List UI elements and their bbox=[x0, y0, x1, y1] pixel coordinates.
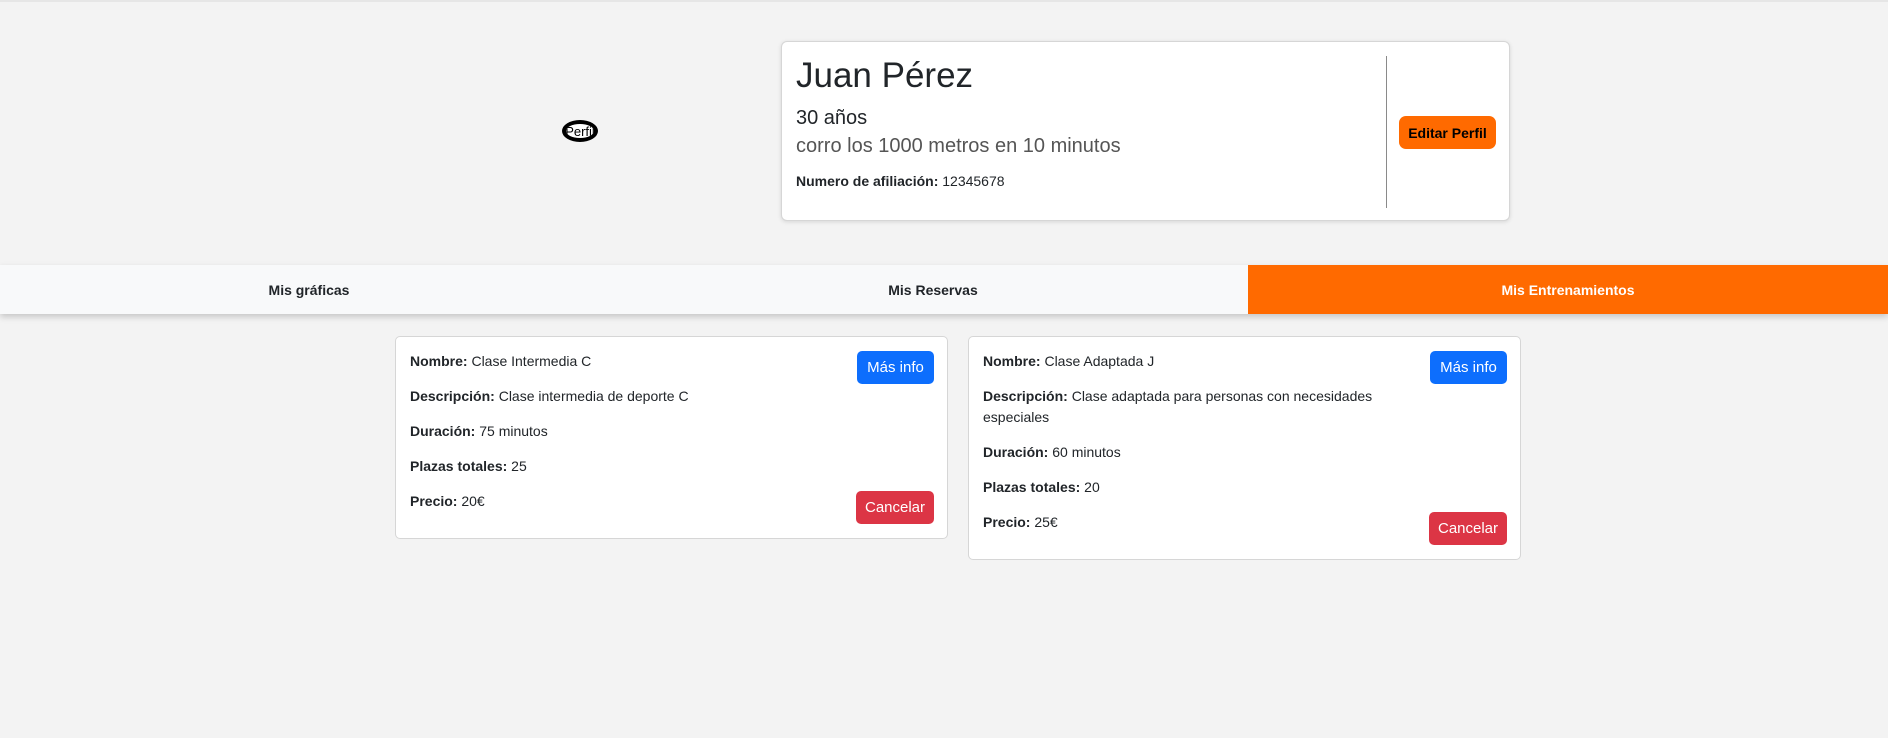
class-price-value: 25€ bbox=[1034, 514, 1058, 530]
more-info-button[interactable]: Más info bbox=[1430, 351, 1507, 384]
tab-bar: Mis gráficas Mis Reservas Mis Entrenamie… bbox=[0, 265, 1888, 314]
class-spots-value: 20 bbox=[1084, 479, 1100, 495]
class-duration-value: 60 minutos bbox=[1052, 444, 1121, 460]
class-spots-value: 25 bbox=[511, 458, 527, 474]
class-price-field: Precio: 25€ bbox=[983, 512, 1383, 533]
profile-card: Juan Pérez 30 años corro los 1000 metros… bbox=[781, 41, 1510, 221]
class-name-value: Clase Intermedia C bbox=[471, 353, 592, 369]
price-label: Precio: bbox=[983, 514, 1031, 530]
duration-label: Duración: bbox=[410, 423, 476, 439]
profile-divider bbox=[1386, 56, 1387, 208]
class-price-field: Precio: 20€ bbox=[410, 491, 810, 512]
class-fields: Nombre: Clase Intermedia C Descripción: … bbox=[410, 351, 810, 526]
tab-mis-reservas[interactable]: Mis Reservas bbox=[618, 265, 1248, 314]
class-duration-field: Duración: 60 minutos bbox=[983, 442, 1383, 463]
affiliation-label: Numero de afiliación: bbox=[796, 173, 939, 189]
class-duration-field: Duración: 75 minutos bbox=[410, 421, 810, 442]
avatar: Perfil bbox=[562, 120, 598, 142]
name-label: Nombre: bbox=[983, 353, 1041, 369]
profile-name: Juan Pérez bbox=[796, 56, 974, 95]
class-card: Nombre: Clase Adaptada J Descripción: Cl… bbox=[968, 336, 1521, 560]
more-info-button[interactable]: Más info bbox=[857, 351, 934, 384]
price-label: Precio: bbox=[410, 493, 458, 509]
profile-motto: corro los 1000 metros en 10 minutos bbox=[796, 135, 1121, 157]
profile-info: Juan Pérez 30 años corro los 1000 metros… bbox=[796, 56, 1121, 190]
affiliation-value: 12345678 bbox=[942, 173, 1005, 189]
class-spots-field: Plazas totales: 20 bbox=[983, 477, 1383, 498]
tab-mis-graficas[interactable]: Mis gráficas bbox=[0, 265, 618, 314]
top-edge-shadow bbox=[0, 0, 1888, 2]
profile-age: 30 años bbox=[796, 107, 868, 129]
class-name-field: Nombre: Clase Intermedia C bbox=[410, 351, 810, 372]
class-name-value: Clase Adaptada J bbox=[1044, 353, 1155, 369]
cancel-button[interactable]: Cancelar bbox=[856, 491, 934, 524]
description-label: Descripción: bbox=[983, 388, 1068, 404]
class-name-field: Nombre: Clase Adaptada J bbox=[983, 351, 1383, 372]
class-price-value: 20€ bbox=[461, 493, 485, 509]
avatar-alt-text: Perfil bbox=[565, 123, 595, 139]
class-description-field: Descripción: Clase adaptada para persona… bbox=[983, 386, 1383, 428]
description-label: Descripción: bbox=[410, 388, 495, 404]
tab-mis-entrenamientos[interactable]: Mis Entrenamientos bbox=[1248, 265, 1888, 314]
spots-label: Plazas totales: bbox=[410, 458, 508, 474]
class-spots-field: Plazas totales: 25 bbox=[410, 456, 810, 477]
profile-affiliation: Numero de afiliación: 12345678 bbox=[796, 172, 1121, 190]
spots-label: Plazas totales: bbox=[983, 479, 1081, 495]
class-card: Nombre: Clase Intermedia C Descripción: … bbox=[395, 336, 948, 539]
duration-label: Duración: bbox=[983, 444, 1049, 460]
class-description-value: Clase intermedia de deporte C bbox=[498, 388, 689, 404]
class-duration-value: 75 minutos bbox=[479, 423, 548, 439]
name-label: Nombre: bbox=[410, 353, 468, 369]
edit-profile-button[interactable]: Editar Perfil bbox=[1399, 116, 1496, 149]
class-fields: Nombre: Clase Adaptada J Descripción: Cl… bbox=[983, 351, 1383, 547]
class-description-field: Descripción: Clase intermedia de deporte… bbox=[410, 386, 810, 407]
cancel-button[interactable]: Cancelar bbox=[1429, 512, 1507, 545]
